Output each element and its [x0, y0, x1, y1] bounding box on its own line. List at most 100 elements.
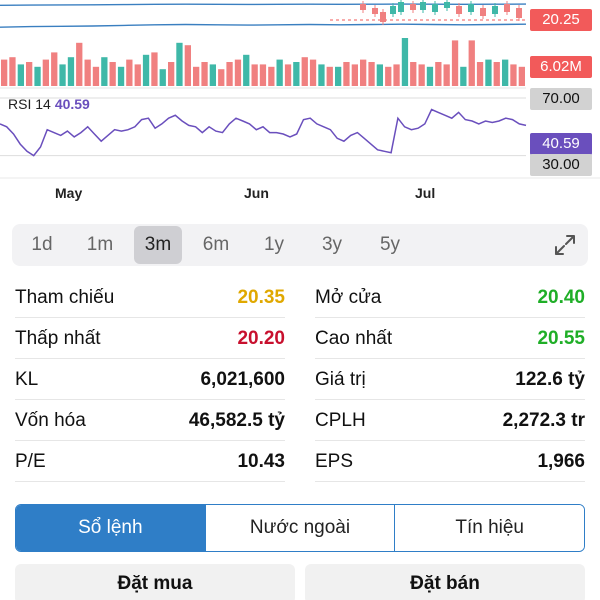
price-candle [480, 8, 486, 16]
range-tab-1d[interactable]: 1d [18, 226, 66, 264]
volume-bar [142, 54, 150, 86]
stat-label: EPS [315, 450, 354, 472]
volume-bar [59, 64, 66, 86]
rsi-current-tag: 40.59 [530, 133, 592, 155]
stat-label: Thấp nhất [15, 327, 101, 349]
volume-bar [218, 69, 225, 86]
segment-signals[interactable]: Tín hiệu [395, 505, 584, 551]
chart-canvas[interactable] [0, 0, 600, 215]
range-tab-3y[interactable]: 3y [308, 226, 356, 264]
range-selector: 1d 1m 3m 6m 1y 3y 5y [12, 224, 588, 266]
volume-bar [17, 64, 24, 86]
volume-bar [159, 69, 166, 86]
price-candle [390, 6, 396, 14]
volume-bar [435, 62, 442, 86]
volume-bar [335, 66, 342, 86]
volume-bar [351, 64, 358, 86]
price-candle [516, 8, 522, 18]
range-tab-1m[interactable]: 1m [76, 226, 124, 264]
volume-bar [184, 45, 191, 86]
volume-bar [209, 64, 216, 86]
stat-value: 20.55 [537, 327, 585, 349]
volume-bar [92, 66, 100, 86]
volume-bar [393, 64, 400, 86]
volume-bar [259, 64, 267, 86]
stat-pe: P/E 10.43 [15, 442, 285, 482]
volume-bar [443, 64, 450, 86]
stat-value-traded: Giá trị 122.6 tỷ [315, 360, 585, 400]
price-candle [398, 2, 404, 12]
rsi-upper-tag: 70.00 [530, 88, 592, 110]
rsi-legend: RSI 14 40.59 [8, 96, 90, 112]
segment-order-book[interactable]: Sổ lệnh [16, 505, 206, 551]
stat-label: Giá trị [315, 368, 366, 390]
volume-bar [418, 64, 425, 86]
range-tab-1y[interactable]: 1y [250, 226, 298, 264]
volume-bar [51, 52, 58, 86]
stat-label: Cao nhất [315, 327, 393, 349]
volume-bar [42, 59, 49, 86]
range-tab-6m[interactable]: 6m [192, 226, 240, 264]
price-band-lower [0, 23, 527, 28]
volume-bar [326, 66, 333, 86]
rsi-legend-name: RSI 14 [8, 96, 51, 112]
stat-value: 1,966 [537, 450, 585, 472]
volume-bar [426, 66, 434, 86]
stat-label: Tham chiếu [15, 286, 115, 308]
volume-bar [168, 62, 175, 86]
volume-bar [385, 66, 392, 86]
volume-bar [276, 59, 283, 86]
volume-bar [268, 66, 275, 86]
volume-bar [26, 62, 33, 86]
volume-bar [401, 38, 409, 86]
volume-panel [0, 38, 526, 89]
price-candle [360, 4, 366, 10]
stat-label: CPLH [315, 409, 366, 431]
volume-bar [376, 64, 383, 86]
stat-value: 10.43 [237, 450, 285, 472]
volume-bar [226, 62, 233, 86]
volume-bar [510, 64, 517, 86]
segment-foreign[interactable]: Nước ngoài [205, 505, 396, 551]
price-candle [372, 8, 378, 14]
volume-bar [301, 57, 308, 86]
volume-bar [309, 59, 317, 86]
month-label-jun: Jun [244, 185, 269, 201]
range-tab-3m[interactable]: 3m [134, 226, 182, 264]
volume-bar [293, 62, 300, 86]
volume-bar [76, 42, 83, 86]
stat-label: KL [15, 368, 39, 390]
buy-button[interactable]: Đặt mua [15, 564, 295, 600]
volume-bar [476, 62, 484, 86]
price-chart[interactable]: 20.25 6.02M 70.00 40.59 30.00 RSI 14 40.5… [0, 0, 600, 215]
stat-value: 20.35 [237, 286, 285, 308]
volume-bar [234, 59, 242, 86]
volume-bar [117, 66, 125, 86]
stat-value: 6,021,600 [200, 368, 285, 390]
volume-bar [1, 59, 8, 86]
volume-bar [468, 40, 475, 86]
range-tab-5y[interactable]: 5y [366, 226, 414, 264]
price-candle [468, 4, 474, 12]
volume-bar [368, 62, 375, 86]
stat-open: Mở cửa 20.40 [315, 278, 585, 318]
volume-bar [193, 66, 200, 86]
volume-bar [84, 59, 91, 86]
volume-bar [410, 62, 417, 86]
volume-bar [101, 57, 108, 86]
volume-bar [485, 59, 492, 86]
stat-reference: Tham chiếu 20.35 [15, 278, 285, 318]
volume-bar [502, 59, 509, 86]
price-candle [380, 12, 386, 22]
price-candle [410, 4, 416, 10]
price-candle [420, 2, 426, 10]
volume-bar [343, 62, 350, 86]
sell-button[interactable]: Đặt bán [305, 564, 585, 600]
expand-icon[interactable] [552, 232, 578, 258]
stat-market-cap: Vốn hóa 46,582.5 tỷ [15, 401, 285, 441]
price-candle [456, 6, 462, 14]
stat-eps: EPS 1,966 [315, 442, 585, 482]
volume-bar [134, 64, 141, 86]
stat-value: 122.6 tỷ [515, 368, 585, 390]
detail-segmented-control: Sổ lệnh Nước ngoài Tín hiệu [15, 504, 585, 552]
